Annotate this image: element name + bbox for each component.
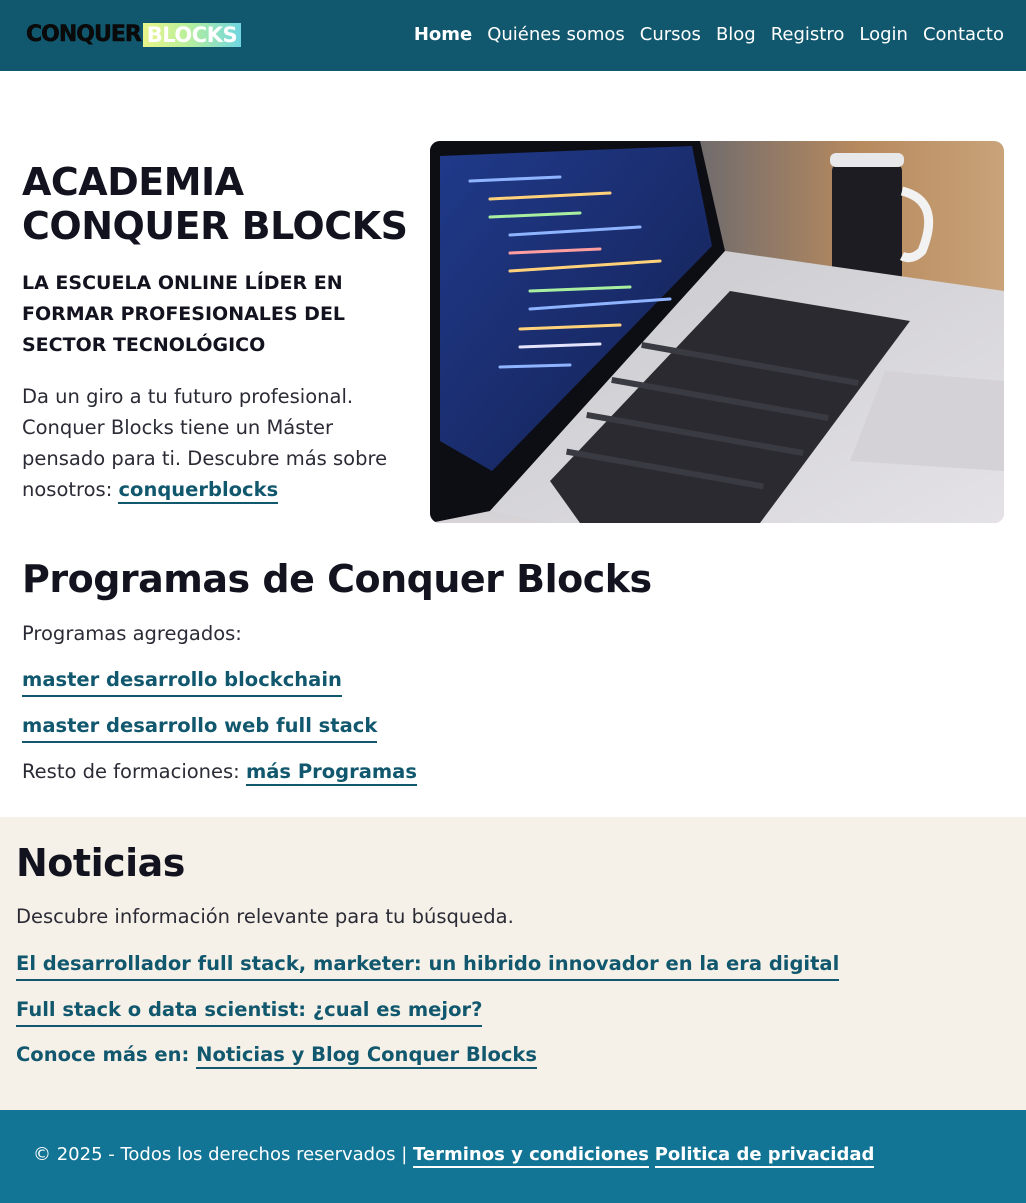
programs-title: Programas de Conquer Blocks	[22, 557, 652, 601]
more-programs-link[interactable]: más Programas	[245, 760, 417, 786]
program-link-fullstack[interactable]: master desarrollo web full stack	[22, 712, 378, 743]
news-intro: Descubre información relevante para tu b…	[16, 905, 514, 928]
copyright-text: © 2025 - Todos los derechos reservados |	[33, 1144, 408, 1165]
privacy-link[interactable]: Politica de privacidad	[654, 1144, 875, 1168]
logo-text-conquer: CONQUER	[26, 22, 142, 48]
nav-cursos[interactable]: Cursos	[640, 23, 701, 47]
programs-rest: Resto de formaciones: más Programas	[22, 758, 417, 786]
nav-login[interactable]: Login	[859, 23, 908, 47]
footer-text: © 2025 - Todos los derechos reservados |…	[33, 1141, 875, 1169]
hero-title: ACADEMIA CONQUER BLOCKS	[22, 160, 408, 248]
main-nav: Home Quiénes somos Cursos Blog Registro …	[399, 23, 1004, 47]
site-logo[interactable]: CONQUER BLOCKS	[26, 21, 242, 49]
program-link-blockchain[interactable]: master desarrollo blockchain	[22, 666, 342, 697]
terms-link[interactable]: Terminos y condiciones	[413, 1144, 649, 1168]
nav-home[interactable]: Home	[414, 23, 472, 47]
news-link-fullstack-marketer[interactable]: El desarrollador full stack, marketer: u…	[16, 950, 840, 981]
news-blog-link[interactable]: Noticias y Blog Conquer Blocks	[196, 1043, 537, 1069]
laptop-illustration	[430, 141, 1004, 523]
programs-intro: Programas agregados:	[22, 622, 242, 645]
news-section: Noticias Descubre información relevante …	[0, 817, 1026, 1110]
hero-description: Da un giro a tu futuro profesional. Conq…	[22, 381, 412, 505]
nav-quienes-somos[interactable]: Quiénes somos	[487, 23, 625, 47]
site-footer: © 2025 - Todos los derechos reservados |…	[0, 1110, 1026, 1203]
hero-subtitle: LA ESCUELA ONLINE LÍDER EN FORMAR PROFES…	[22, 272, 346, 356]
news-title: Noticias	[16, 841, 185, 885]
site-header: CONQUER BLOCKS Home Quiénes somos Cursos…	[0, 0, 1026, 71]
nav-blog[interactable]: Blog	[716, 23, 756, 47]
news-more-label: Conoce más en:	[16, 1043, 190, 1066]
laptop-code-image	[430, 141, 1004, 523]
news-more: Conoce más en: Noticias y Blog Conquer B…	[16, 1041, 537, 1069]
news-link-fullstack-vs-datascientist[interactable]: Full stack o data scientist: ¿cual es me…	[16, 996, 483, 1027]
nav-contacto[interactable]: Contacto	[923, 23, 1004, 47]
nav-registro[interactable]: Registro	[771, 23, 845, 47]
conquerblocks-link[interactable]: conquerblocks	[118, 478, 279, 504]
programs-rest-label: Resto de formaciones:	[22, 760, 240, 783]
logo-text-blocks: BLOCKS	[142, 23, 242, 47]
